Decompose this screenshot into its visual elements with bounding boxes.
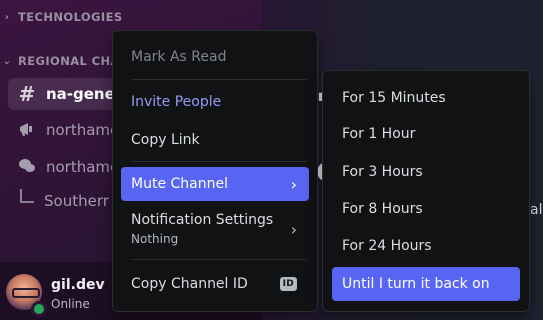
online-status-icon — [31, 301, 47, 317]
mute-3-hours-item[interactable]: For 3 Hours — [332, 155, 520, 189]
copy-channel-id-item[interactable]: Copy Channel ID ID — [121, 267, 309, 301]
user-status: Online — [51, 297, 90, 311]
chat-bubbles-icon — [16, 155, 38, 179]
menu-item-label: For 3 Hours — [342, 164, 423, 180]
menu-item-label: Notification Settings — [131, 212, 274, 228]
avatar-glasses-icon — [12, 288, 40, 298]
channel-name: northame — [46, 158, 120, 176]
mute-1-hour-item[interactable]: For 1 Hour — [332, 117, 520, 151]
invite-people-item[interactable]: Invite People — [121, 85, 309, 119]
category-label: TECHNOLOGIES — [18, 10, 123, 24]
thread-branch-icon — [20, 189, 34, 203]
mute-until-unmuted-item[interactable]: Until I turn it back on — [332, 267, 520, 301]
menu-item-label: Until I turn it back on — [342, 276, 490, 292]
menu-divider — [131, 161, 307, 162]
menu-item-sublabel: Nothing — [131, 232, 179, 246]
channel-name: northame — [46, 121, 120, 139]
menu-item-label: For 1 Hour — [342, 126, 416, 142]
id-badge-icon: ID — [279, 277, 297, 291]
menu-item-label: Mute Channel — [131, 176, 228, 192]
chevron-right-icon: › — [4, 11, 10, 23]
main-glyph: al — [530, 202, 543, 218]
menu-item-label: For 15 Minutes — [342, 90, 446, 106]
copy-link-item[interactable]: Copy Link — [121, 123, 309, 157]
chevron-right-icon: › — [290, 174, 297, 194]
menu-item-label: For 8 Hours — [342, 201, 423, 217]
category-regional-channels[interactable]: ⌄ REGIONAL CHA — [2, 54, 120, 68]
mark-as-read-item[interactable]: Mark As Read — [121, 40, 309, 74]
menu-item-label: Invite People — [131, 94, 222, 110]
thread-name: Southerr — [44, 192, 109, 210]
mute-15-minutes-item[interactable]: For 15 Minutes — [332, 81, 520, 115]
channel-context-menu: Mark As Read Invite People Copy Link Mut… — [112, 30, 318, 312]
category-label: REGIONAL CHA — [18, 54, 120, 68]
mute-duration-submenu: For 15 Minutes For 1 Hour For 3 Hours Fo… — [322, 70, 530, 312]
menu-item-label: Mark As Read — [131, 49, 227, 65]
chevron-down-icon: ⌄ — [2, 55, 12, 67]
thread-item-southern[interactable]: Southerr — [20, 189, 109, 210]
id-badge-wrapper: ID — [279, 267, 297, 301]
menu-item-label: Copy Link — [131, 132, 200, 148]
menu-divider — [131, 79, 307, 80]
channel-name: na-gener — [46, 85, 123, 103]
menu-divider — [131, 259, 307, 260]
mute-24-hours-item[interactable]: For 24 Hours — [332, 229, 520, 263]
category-technologies[interactable]: › TECHNOLOGIES — [2, 10, 123, 24]
notification-settings-item[interactable]: Notification Settings Nothing › — [121, 206, 309, 252]
mute-8-hours-item[interactable]: For 8 Hours — [332, 192, 520, 226]
menu-item-label: Copy Channel ID — [131, 276, 248, 292]
megaphone-icon — [16, 118, 38, 142]
menu-item-label: For 24 Hours — [342, 238, 432, 254]
chevron-right-icon: › — [290, 219, 297, 239]
mute-channel-item[interactable]: Mute Channel › — [121, 167, 309, 201]
username: gil.dev — [51, 277, 105, 293]
hash-icon: # — [18, 82, 36, 106]
